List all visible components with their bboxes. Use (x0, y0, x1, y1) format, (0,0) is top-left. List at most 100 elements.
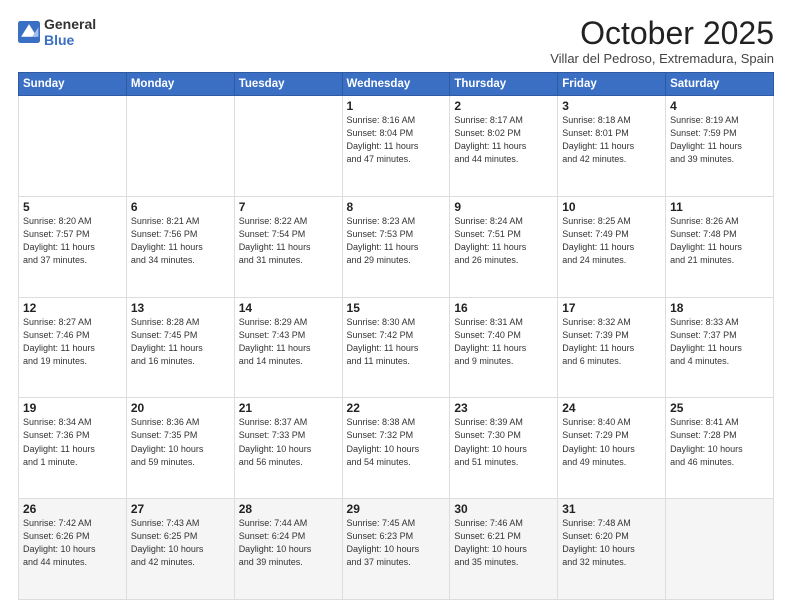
day-info: Sunrise: 8:24 AM Sunset: 7:51 PM Dayligh… (454, 215, 553, 267)
calendar-cell: 28Sunrise: 7:44 AM Sunset: 6:24 PM Dayli… (234, 499, 342, 600)
calendar-cell: 3Sunrise: 8:18 AM Sunset: 8:01 PM Daylig… (558, 96, 666, 197)
calendar-cell: 22Sunrise: 8:38 AM Sunset: 7:32 PM Dayli… (342, 398, 450, 499)
calendar-cell: 26Sunrise: 7:42 AM Sunset: 6:26 PM Dayli… (19, 499, 127, 600)
day-number: 25 (670, 401, 769, 415)
header: General Blue October 2025 Villar del Ped… (18, 16, 774, 66)
day-info: Sunrise: 8:31 AM Sunset: 7:40 PM Dayligh… (454, 316, 553, 368)
day-info: Sunrise: 8:19 AM Sunset: 7:59 PM Dayligh… (670, 114, 769, 166)
month-title: October 2025 (550, 16, 774, 51)
calendar-cell: 5Sunrise: 8:20 AM Sunset: 7:57 PM Daylig… (19, 196, 127, 297)
calendar-cell: 7Sunrise: 8:22 AM Sunset: 7:54 PM Daylig… (234, 196, 342, 297)
calendar-cell: 24Sunrise: 8:40 AM Sunset: 7:29 PM Dayli… (558, 398, 666, 499)
day-info: Sunrise: 8:22 AM Sunset: 7:54 PM Dayligh… (239, 215, 338, 267)
day-info: Sunrise: 8:38 AM Sunset: 7:32 PM Dayligh… (347, 416, 446, 468)
calendar-cell: 8Sunrise: 8:23 AM Sunset: 7:53 PM Daylig… (342, 196, 450, 297)
logo-text-blue: Blue (44, 32, 96, 48)
calendar-cell: 9Sunrise: 8:24 AM Sunset: 7:51 PM Daylig… (450, 196, 558, 297)
calendar-cell: 18Sunrise: 8:33 AM Sunset: 7:37 PM Dayli… (666, 297, 774, 398)
calendar-cell: 11Sunrise: 8:26 AM Sunset: 7:48 PM Dayli… (666, 196, 774, 297)
day-info: Sunrise: 8:21 AM Sunset: 7:56 PM Dayligh… (131, 215, 230, 267)
calendar-cell: 16Sunrise: 8:31 AM Sunset: 7:40 PM Dayli… (450, 297, 558, 398)
weekday-header: Sunday (19, 73, 127, 96)
day-info: Sunrise: 8:26 AM Sunset: 7:48 PM Dayligh… (670, 215, 769, 267)
calendar-cell: 13Sunrise: 8:28 AM Sunset: 7:45 PM Dayli… (126, 297, 234, 398)
logo: General Blue (18, 16, 96, 48)
calendar-cell (19, 96, 127, 197)
day-number: 27 (131, 502, 230, 516)
day-info: Sunrise: 7:46 AM Sunset: 6:21 PM Dayligh… (454, 517, 553, 569)
calendar-cell: 25Sunrise: 8:41 AM Sunset: 7:28 PM Dayli… (666, 398, 774, 499)
day-number: 28 (239, 502, 338, 516)
weekday-header: Tuesday (234, 73, 342, 96)
day-number: 24 (562, 401, 661, 415)
calendar-cell (126, 96, 234, 197)
calendar-cell: 27Sunrise: 7:43 AM Sunset: 6:25 PM Dayli… (126, 499, 234, 600)
day-info: Sunrise: 8:40 AM Sunset: 7:29 PM Dayligh… (562, 416, 661, 468)
calendar-cell: 19Sunrise: 8:34 AM Sunset: 7:36 PM Dayli… (19, 398, 127, 499)
day-info: Sunrise: 7:42 AM Sunset: 6:26 PM Dayligh… (23, 517, 122, 569)
day-number: 9 (454, 200, 553, 214)
day-number: 30 (454, 502, 553, 516)
calendar-cell: 29Sunrise: 7:45 AM Sunset: 6:23 PM Dayli… (342, 499, 450, 600)
day-number: 19 (23, 401, 122, 415)
day-info: Sunrise: 8:18 AM Sunset: 8:01 PM Dayligh… (562, 114, 661, 166)
day-info: Sunrise: 8:23 AM Sunset: 7:53 PM Dayligh… (347, 215, 446, 267)
day-number: 29 (347, 502, 446, 516)
day-info: Sunrise: 8:41 AM Sunset: 7:28 PM Dayligh… (670, 416, 769, 468)
day-info: Sunrise: 8:33 AM Sunset: 7:37 PM Dayligh… (670, 316, 769, 368)
calendar-week-row: 12Sunrise: 8:27 AM Sunset: 7:46 PM Dayli… (19, 297, 774, 398)
day-number: 18 (670, 301, 769, 315)
page: General Blue October 2025 Villar del Ped… (0, 0, 792, 612)
weekday-header: Thursday (450, 73, 558, 96)
calendar-cell: 4Sunrise: 8:19 AM Sunset: 7:59 PM Daylig… (666, 96, 774, 197)
location-subtitle: Villar del Pedroso, Extremadura, Spain (550, 51, 774, 66)
day-number: 20 (131, 401, 230, 415)
day-info: Sunrise: 8:37 AM Sunset: 7:33 PM Dayligh… (239, 416, 338, 468)
day-info: Sunrise: 7:43 AM Sunset: 6:25 PM Dayligh… (131, 517, 230, 569)
calendar-week-row: 26Sunrise: 7:42 AM Sunset: 6:26 PM Dayli… (19, 499, 774, 600)
calendar-table: SundayMondayTuesdayWednesdayThursdayFrid… (18, 72, 774, 600)
weekday-header: Wednesday (342, 73, 450, 96)
calendar-cell: 15Sunrise: 8:30 AM Sunset: 7:42 PM Dayli… (342, 297, 450, 398)
day-number: 4 (670, 99, 769, 113)
day-number: 1 (347, 99, 446, 113)
logo-icon (18, 21, 40, 43)
day-number: 26 (23, 502, 122, 516)
day-number: 12 (23, 301, 122, 315)
day-number: 7 (239, 200, 338, 214)
day-info: Sunrise: 8:27 AM Sunset: 7:46 PM Dayligh… (23, 316, 122, 368)
calendar-cell (234, 96, 342, 197)
day-info: Sunrise: 8:17 AM Sunset: 8:02 PM Dayligh… (454, 114, 553, 166)
weekday-header: Friday (558, 73, 666, 96)
day-info: Sunrise: 8:30 AM Sunset: 7:42 PM Dayligh… (347, 316, 446, 368)
day-number: 10 (562, 200, 661, 214)
day-number: 13 (131, 301, 230, 315)
day-info: Sunrise: 8:20 AM Sunset: 7:57 PM Dayligh… (23, 215, 122, 267)
calendar-cell: 20Sunrise: 8:36 AM Sunset: 7:35 PM Dayli… (126, 398, 234, 499)
calendar-cell: 14Sunrise: 8:29 AM Sunset: 7:43 PM Dayli… (234, 297, 342, 398)
day-number: 21 (239, 401, 338, 415)
day-info: Sunrise: 8:34 AM Sunset: 7:36 PM Dayligh… (23, 416, 122, 468)
day-info: Sunrise: 7:44 AM Sunset: 6:24 PM Dayligh… (239, 517, 338, 569)
day-number: 2 (454, 99, 553, 113)
calendar-cell: 12Sunrise: 8:27 AM Sunset: 7:46 PM Dayli… (19, 297, 127, 398)
day-number: 23 (454, 401, 553, 415)
calendar-cell: 10Sunrise: 8:25 AM Sunset: 7:49 PM Dayli… (558, 196, 666, 297)
calendar-cell: 1Sunrise: 8:16 AM Sunset: 8:04 PM Daylig… (342, 96, 450, 197)
day-number: 31 (562, 502, 661, 516)
day-number: 8 (347, 200, 446, 214)
day-number: 6 (131, 200, 230, 214)
logo-text-general: General (44, 16, 96, 32)
day-info: Sunrise: 7:48 AM Sunset: 6:20 PM Dayligh… (562, 517, 661, 569)
calendar-cell: 17Sunrise: 8:32 AM Sunset: 7:39 PM Dayli… (558, 297, 666, 398)
day-info: Sunrise: 8:16 AM Sunset: 8:04 PM Dayligh… (347, 114, 446, 166)
day-info: Sunrise: 8:25 AM Sunset: 7:49 PM Dayligh… (562, 215, 661, 267)
day-number: 15 (347, 301, 446, 315)
day-number: 14 (239, 301, 338, 315)
day-info: Sunrise: 8:39 AM Sunset: 7:30 PM Dayligh… (454, 416, 553, 468)
day-number: 11 (670, 200, 769, 214)
calendar-cell: 31Sunrise: 7:48 AM Sunset: 6:20 PM Dayli… (558, 499, 666, 600)
day-number: 16 (454, 301, 553, 315)
calendar-week-row: 5Sunrise: 8:20 AM Sunset: 7:57 PM Daylig… (19, 196, 774, 297)
day-number: 3 (562, 99, 661, 113)
